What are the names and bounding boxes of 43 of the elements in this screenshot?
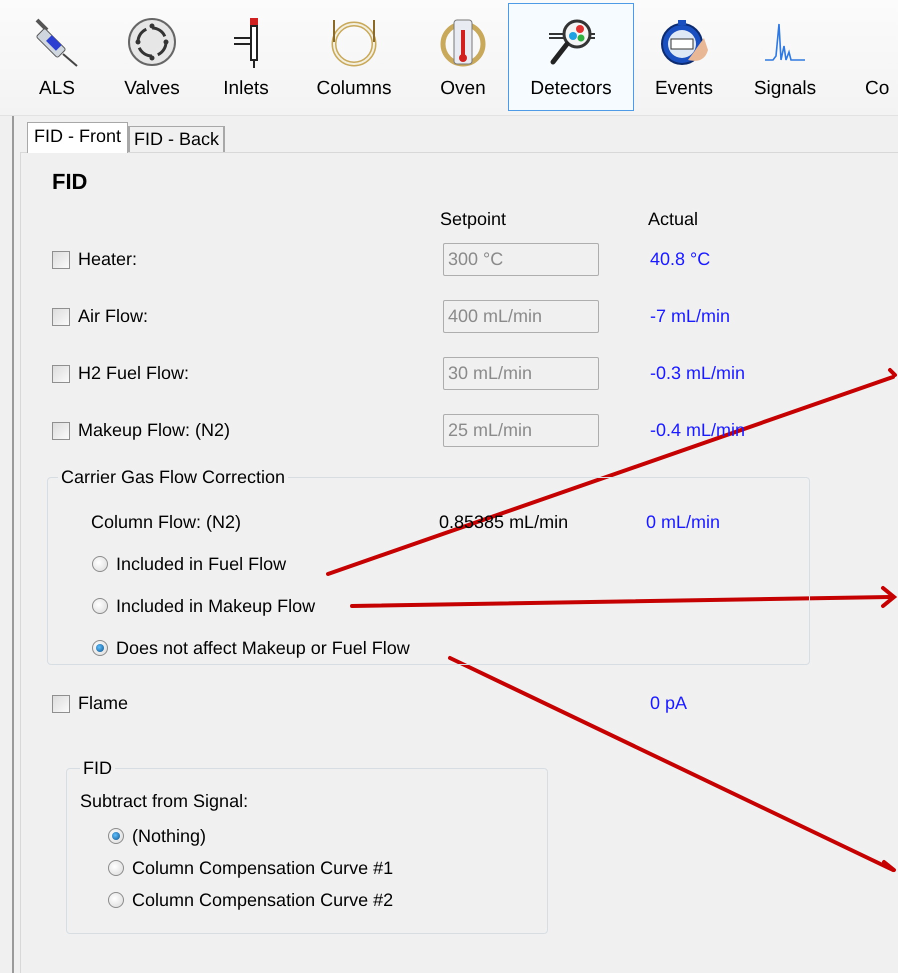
setting-label: Heater: — [78, 249, 138, 270]
toolbar-button[interactable]: Inlets — [202, 3, 290, 111]
setting-label: Column Flow: (N2) — [91, 512, 242, 532]
group-title: FID — [82, 758, 113, 778]
group-title: Carrier Gas Flow Correction — [60, 467, 286, 487]
toolbar-button[interactable]: Oven — [418, 3, 508, 111]
setting-label: Air Flow: — [78, 306, 148, 327]
radio-button[interactable] — [92, 556, 108, 572]
column-header: Actual — [648, 208, 700, 230]
toolbar-button[interactable]: Columns — [290, 3, 418, 111]
setting-label: H2 Fuel Flow: — [78, 363, 190, 384]
radio-button[interactable] — [92, 598, 108, 614]
toolbar-button[interactable]: Detectors — [508, 3, 634, 111]
actual-value: 0 pA — [650, 693, 688, 714]
radio-label[interactable]: Included in Fuel Flow — [116, 554, 286, 574]
setting-label: Makeup Flow: (N2) — [78, 420, 230, 441]
tab[interactable]: FID - Front — [27, 122, 128, 153]
actual-value: -0.3 mL/min — [650, 363, 746, 384]
prompt-label: Subtract from Signal: — [80, 790, 250, 813]
checkbox[interactable] — [52, 694, 70, 712]
toolbar-button[interactable]: ALS — [12, 3, 102, 111]
radio-label[interactable]: Does not affect Makeup or Fuel Flow — [116, 638, 410, 658]
setting-label: Flame — [78, 693, 128, 714]
tab[interactable]: FID - Back — [128, 126, 226, 152]
toolbar-button[interactable]: Valves — [102, 3, 202, 111]
actual-value: -0.4 mL/min — [650, 420, 746, 441]
radio-button[interactable] — [92, 640, 108, 656]
radio-button[interactable] — [108, 860, 124, 876]
column-header: Setpoint — [440, 208, 508, 230]
radio-label[interactable]: Included in Makeup Flow — [116, 596, 316, 616]
toolbar-button[interactable]: Signals — [734, 3, 836, 111]
section-heading: FID — [52, 170, 88, 194]
inlet-icon — [232, 17, 260, 69]
toolbar-button[interactable]: Co — [836, 3, 898, 111]
actual-value: 0 mL/min — [646, 512, 722, 532]
radio-label[interactable]: (Nothing) — [132, 826, 206, 846]
actual-value: 40.8 °C — [650, 249, 712, 270]
toolbar-button[interactable]: Events — [634, 3, 734, 111]
radio-button[interactable] — [108, 892, 124, 908]
radio-label[interactable]: Column Compensation Curve #2 — [132, 890, 394, 910]
radio-label[interactable]: Column Compensation Curve #1 — [132, 858, 394, 878]
radio-button[interactable] — [108, 828, 124, 844]
actual-value: -7 mL/min — [650, 306, 732, 327]
